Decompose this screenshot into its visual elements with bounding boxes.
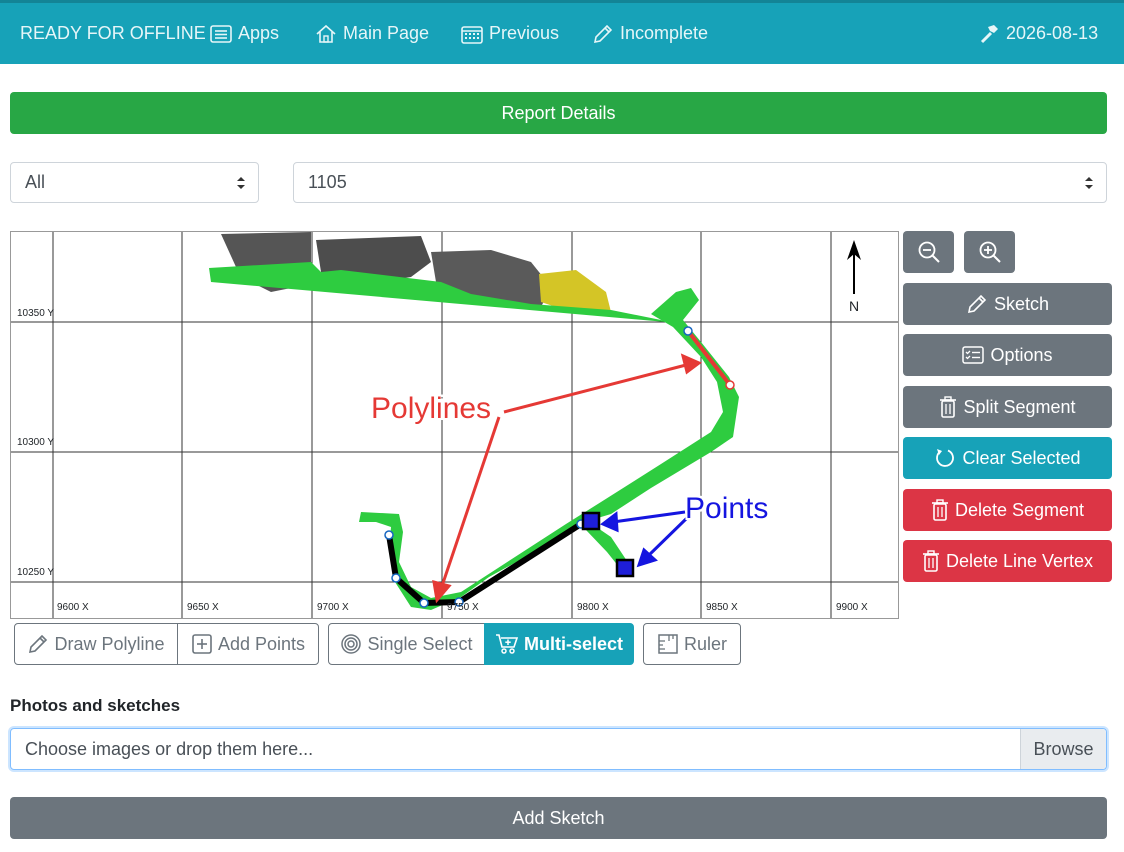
offline-status: READY FOR OFFLINE	[20, 3, 206, 64]
y-label: 10350 Y	[17, 308, 55, 319]
filter-select-right-value: 1105	[308, 172, 347, 192]
filter-select-left[interactable]: All	[10, 162, 259, 203]
single-select-label: Single Select	[367, 633, 473, 654]
options-button[interactable]: Options	[903, 334, 1112, 376]
nav-main-page-label: Main Page	[343, 23, 430, 43]
y-label: 10250 Y	[17, 567, 55, 578]
north-label: N	[849, 298, 860, 314]
nav-incomplete[interactable]: Incomplete	[592, 3, 708, 64]
filter-select-right[interactable]: 1105	[293, 162, 1107, 203]
multi-select-button[interactable]: Multi-select	[484, 623, 634, 665]
browse-label: Browse	[1033, 738, 1094, 759]
zoom-out-icon	[918, 241, 940, 263]
split-segment-label: Split Segment	[963, 396, 1076, 417]
vertex-selected[interactable]	[725, 380, 735, 390]
map-point[interactable]	[615, 558, 635, 578]
cart-plus-icon	[495, 634, 519, 654]
nav-incomplete-label: Incomplete	[620, 23, 709, 43]
clear-selected-label: Clear Selected	[962, 447, 1081, 468]
draw-polyline-button[interactable]: Draw Polyline	[14, 623, 178, 665]
calendar-icon	[461, 25, 483, 44]
add-sketch-label: Add Sketch	[512, 807, 605, 828]
sketch-label: Sketch	[993, 293, 1050, 314]
nav-apps[interactable]: Apps	[210, 3, 279, 64]
nav-date: 2026-08-13	[978, 3, 1098, 64]
add-points-label: Add Points	[217, 633, 306, 654]
y-label: 10300 Y	[17, 437, 55, 448]
add-sketch-button[interactable]: Add Sketch	[10, 797, 1107, 839]
select-caret-icon	[1085, 177, 1093, 189]
hammer-icon	[980, 24, 998, 43]
clear-selected-button[interactable]: Clear Selected	[903, 437, 1112, 479]
trash-icon	[931, 499, 948, 521]
zoom-in-button[interactable]	[964, 231, 1015, 273]
north-arrow-icon	[847, 240, 861, 294]
photos-file-input[interactable]: Choose images or drop them here... Brows…	[10, 728, 1107, 770]
ruler-label: Ruler	[683, 633, 727, 654]
x-label: 9600 X	[57, 602, 89, 613]
pencil-icon	[29, 634, 48, 654]
delete-line-vertex-button[interactable]: Delete Line Vertex	[903, 540, 1112, 582]
checklist-icon	[962, 346, 985, 364]
plus-square-icon	[192, 634, 212, 654]
zoom-in-icon	[979, 241, 1001, 263]
ruler-button[interactable]: Ruler	[643, 623, 741, 665]
pencil-icon	[967, 294, 987, 314]
pencil-icon	[593, 24, 613, 43]
target-icon	[341, 634, 362, 654]
photos-placeholder: Choose images or drop them here...	[25, 738, 314, 759]
delete-line-vertex-label: Delete Line Vertex	[945, 550, 1094, 571]
home-icon	[316, 24, 336, 43]
x-label: 9800 X	[577, 602, 609, 613]
sketch-button[interactable]: Sketch	[903, 283, 1112, 325]
x-label: 9900 X	[836, 602, 868, 613]
delete-segment-button[interactable]: Delete Segment	[903, 489, 1112, 531]
annotation-points: Points	[685, 492, 769, 525]
map-canvas[interactable]: 10350 Y 10300 Y 10250 Y 9600 X 9650 X 97…	[10, 231, 899, 619]
nav-date-label: 2026-08-13	[1006, 23, 1099, 43]
browse-button[interactable]: Browse	[1020, 729, 1106, 769]
map-point[interactable]	[581, 511, 601, 531]
report-details-label: Report Details	[501, 102, 616, 123]
report-details-button[interactable]: Report Details	[10, 92, 1107, 134]
add-points-button[interactable]: Add Points	[177, 623, 319, 665]
draw-polyline-label: Draw Polyline	[54, 633, 165, 654]
nav-apps-label: Apps	[238, 23, 280, 43]
top-navbar: READY FOR OFFLINE Apps Main Page Previou…	[0, 0, 1124, 64]
split-segment-button[interactable]: Split Segment	[903, 386, 1112, 428]
nav-previous[interactable]: Previous	[461, 3, 559, 64]
ruler-icon	[658, 634, 678, 654]
multi-select-label: Multi-select	[523, 633, 624, 654]
tunnel-network	[209, 262, 739, 610]
zoom-out-button[interactable]	[903, 231, 954, 273]
refresh-icon	[936, 449, 955, 467]
x-label: 9700 X	[317, 602, 349, 613]
list-icon	[210, 24, 232, 43]
polyline-vertices[interactable]	[384, 326, 693, 608]
annotation-polylines: Polylines	[371, 392, 492, 425]
filter-select-left-value: All	[25, 172, 46, 192]
options-label: Options	[990, 344, 1053, 365]
polyline-selected[interactable]	[686, 329, 732, 387]
photos-label: Photos and sketches	[10, 696, 181, 715]
trash-icon	[922, 550, 939, 572]
delete-segment-label: Delete Segment	[954, 499, 1085, 520]
single-select-button[interactable]: Single Select	[328, 623, 485, 665]
offline-label: READY FOR OFFLINE	[20, 23, 206, 43]
x-label: 9850 X	[706, 602, 738, 613]
nav-main-page[interactable]: Main Page	[315, 3, 429, 64]
x-label: 9750 X	[447, 602, 479, 613]
x-label: 9650 X	[187, 602, 219, 613]
nav-previous-label: Previous	[489, 23, 560, 43]
select-caret-icon	[237, 177, 245, 189]
trash-icon	[940, 396, 957, 418]
